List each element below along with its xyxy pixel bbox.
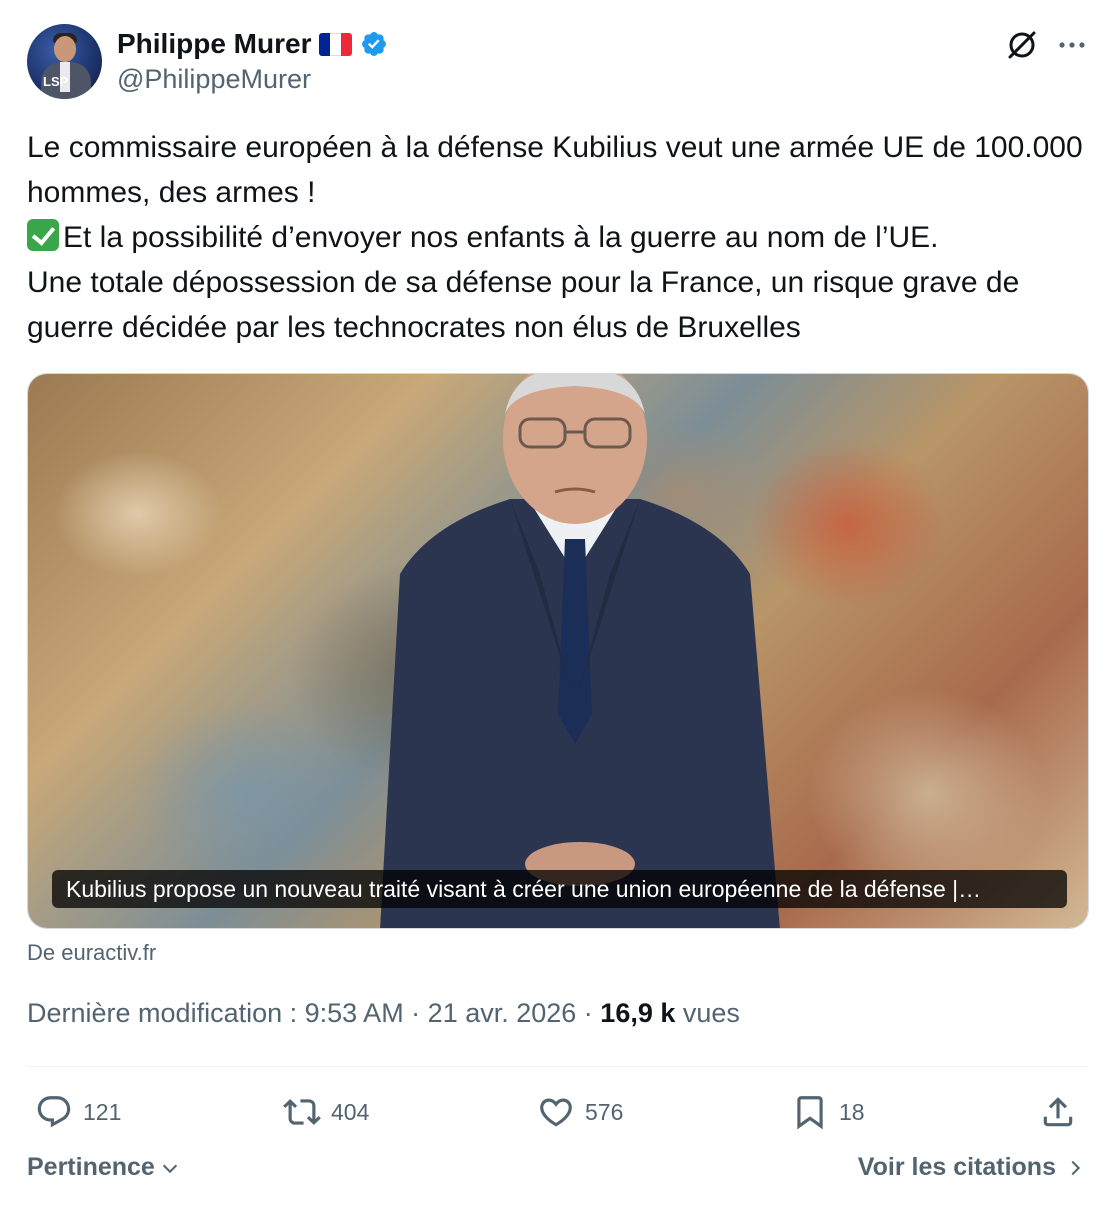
heart-icon (540, 1098, 572, 1127)
grok-icon[interactable] (1005, 28, 1039, 62)
tweet-line-2: Et la possibilité d’envoyer nos enfants … (63, 221, 939, 254)
views-count: 16,9 k (600, 998, 676, 1028)
france-flag-icon (319, 32, 353, 56)
reply-count: 121 (83, 1098, 122, 1125)
tweet-header: LSP Philippe Murer @PhilippeMurer (27, 24, 1091, 100)
reply-icon (37, 1096, 71, 1128)
tweet-text: Le commissaire européen à la défense Kub… (27, 125, 1087, 350)
share-icon (1043, 1097, 1073, 1127)
reply-button[interactable]: 121 (35, 1090, 121, 1134)
avatar-logo: LSP (43, 74, 69, 89)
avatar[interactable]: LSP (27, 24, 102, 99)
card-source[interactable]: De euractiv.fr (27, 940, 156, 966)
chevron-down-icon (162, 1164, 177, 1173)
like-count: 576 (585, 1098, 624, 1125)
link-card[interactable]: Kubilius propose un nouveau traité visan… (27, 373, 1089, 929)
commissioner-photo (380, 374, 780, 928)
timestamp-text[interactable]: Dernière modification : 9:53 AM · 21 avr… (27, 998, 600, 1028)
share-button[interactable] (1039, 1090, 1077, 1134)
bookmark-button[interactable]: 18 (791, 1090, 865, 1134)
tweet-line-3: Une totale dépossession de sa défense po… (27, 266, 1028, 344)
retweet-count: 404 (331, 1098, 370, 1125)
tweet-meta: Dernière modification : 9:53 AM · 21 avr… (27, 998, 740, 1029)
verified-badge-icon[interactable] (360, 30, 388, 58)
sort-label: Pertinence (27, 1153, 155, 1181)
divider (27, 1066, 1088, 1067)
more-options-icon[interactable] (1057, 30, 1087, 60)
bookmark-count: 18 (839, 1098, 865, 1125)
display-name[interactable]: Philippe Murer (117, 28, 311, 60)
action-bar: 121 404 576 18 (27, 1090, 1088, 1134)
sort-dropdown[interactable]: Pertinence (27, 1153, 181, 1182)
retweet-icon (283, 1099, 321, 1125)
tweet-line-1: Le commissaire européen à la défense Kub… (27, 131, 1091, 209)
bookmark-icon (797, 1096, 823, 1130)
card-caption: Kubilius propose un nouveau traité visan… (52, 870, 1067, 908)
quotes-label: Voir les citations (857, 1153, 1056, 1181)
view-quotes-link[interactable]: Voir les citations (858, 1153, 1086, 1182)
chevron-right-icon (1071, 1160, 1081, 1175)
retweet-button[interactable]: 404 (283, 1090, 369, 1134)
name-row: Philippe Murer (117, 26, 388, 62)
white-check-mark-emoji-icon (27, 219, 59, 251)
author-handle[interactable]: @PhilippeMurer (117, 64, 311, 95)
like-button[interactable]: 576 (537, 1090, 623, 1134)
views-label: vues (675, 998, 740, 1028)
